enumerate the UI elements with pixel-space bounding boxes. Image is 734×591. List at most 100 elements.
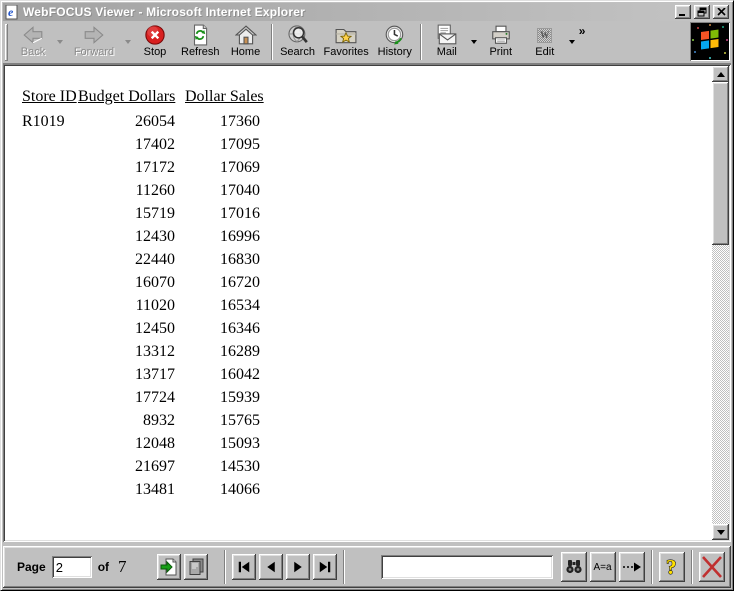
history-button[interactable]: History	[373, 22, 417, 62]
scroll-up-button[interactable]	[712, 66, 729, 82]
table-cell: 17095	[220, 135, 260, 153]
forward-label: Forward	[73, 46, 115, 58]
viewer-control-bar: Page of 7	[3, 546, 731, 588]
column-header-dollar-sales: Dollar Sales	[185, 88, 264, 105]
forward-dropdown[interactable]	[123, 31, 133, 53]
scroll-down-button[interactable]	[712, 524, 729, 540]
toolbar-grip[interactable]	[5, 24, 8, 61]
forward-arrow-icon	[83, 24, 105, 46]
table-cell: 17402	[135, 135, 175, 153]
next-page-icon	[293, 561, 302, 573]
favorites-button[interactable]: Favorites	[320, 22, 373, 62]
table-cell: 17040	[220, 181, 260, 199]
go-to-page-icon	[160, 558, 177, 576]
close-window-button[interactable]	[713, 5, 729, 19]
table-cell	[22, 133, 78, 156]
page-label: Page	[17, 560, 46, 574]
go-to-page-button[interactable]	[156, 554, 181, 580]
home-button[interactable]: Home	[224, 22, 268, 62]
first-page-icon	[238, 561, 249, 573]
toolbar-overflow-chevron[interactable]: »	[579, 24, 586, 38]
toolbar-separator	[419, 24, 422, 60]
table-cell: R1019	[22, 112, 65, 130]
mail-dropdown[interactable]	[469, 31, 479, 53]
edit-icon: W	[537, 24, 553, 46]
back-arrow-icon	[22, 24, 44, 46]
forward-button[interactable]: Forward	[65, 22, 123, 62]
browser-toolbar: Back Forward Stop Refresh Home Search Fa…	[3, 21, 731, 64]
table-cell	[22, 294, 78, 317]
search-label: Search	[280, 46, 315, 58]
history-clock-icon	[384, 24, 406, 46]
restore-button[interactable]	[694, 5, 710, 19]
table-cell	[22, 478, 78, 501]
table-cell: 12450	[135, 319, 175, 337]
table-cell: 11020	[135, 296, 175, 314]
back-dropdown[interactable]	[55, 31, 65, 53]
edit-dropdown[interactable]	[567, 31, 577, 53]
separator	[651, 550, 653, 584]
refresh-button[interactable]: Refresh	[177, 22, 224, 62]
close-viewer-button[interactable]	[699, 552, 725, 582]
back-button[interactable]: Back	[11, 22, 55, 62]
mail-label: Mail	[436, 46, 457, 58]
find-next-button[interactable]	[618, 552, 645, 582]
find-text-input[interactable]	[380, 555, 553, 579]
svg-text:e: e	[8, 5, 14, 19]
scrollbar-track[interactable]	[712, 82, 729, 524]
table-cell: 15765	[220, 411, 260, 429]
search-button[interactable]: Search	[276, 22, 320, 62]
table-row: 21697 14530	[22, 455, 264, 478]
scrollbar-thumb[interactable]	[712, 82, 729, 245]
table-cell: 13717	[135, 365, 175, 383]
stop-icon	[144, 24, 166, 46]
previous-page-button[interactable]	[258, 554, 283, 580]
table-cell	[22, 248, 78, 271]
print-button[interactable]: Print	[479, 22, 523, 62]
stop-button[interactable]: Stop	[133, 22, 177, 62]
minimize-button[interactable]	[675, 5, 691, 19]
last-page-button[interactable]	[312, 554, 337, 580]
table-cell: 16346	[220, 319, 260, 337]
svg-text:?: ?	[666, 555, 677, 579]
print-label: Print	[489, 46, 513, 58]
next-page-button[interactable]	[285, 554, 310, 580]
window-title: WebFOCUS Viewer - Microsoft Internet Exp…	[23, 5, 305, 19]
edit-button[interactable]: W Edit	[523, 22, 567, 62]
help-button[interactable]: ?	[659, 552, 685, 582]
ie-document-icon: e	[5, 4, 20, 20]
table-body: R1019 26054 17360 17402 17095 17172 17069 11260…	[22, 110, 264, 501]
last-page-icon	[319, 561, 330, 573]
all-pages-button[interactable]	[183, 554, 208, 580]
table-cell: 16070	[135, 273, 175, 291]
help-question-icon: ?	[666, 555, 678, 579]
page-number-input[interactable]	[51, 556, 92, 578]
table-cell	[22, 317, 78, 340]
table-header-row: Store ID Budget Dollars Dollar Sales	[22, 88, 264, 110]
chevron-down-icon	[57, 40, 63, 44]
table-row: 12048 15093	[22, 432, 264, 455]
table-cell	[22, 202, 78, 225]
first-page-button[interactable]	[231, 554, 256, 580]
table-cell	[22, 432, 78, 455]
find-button[interactable]	[560, 552, 587, 582]
table-cell	[22, 340, 78, 363]
table-row: 12430 16996	[22, 225, 264, 248]
separator	[223, 550, 226, 584]
mail-icon	[436, 24, 458, 46]
table-cell: 16289	[220, 342, 260, 360]
table-cell: 22440	[135, 250, 175, 268]
table-row: 11260 17040	[22, 179, 264, 202]
browser-content-area: Store ID Budget Dollars Dollar Sales R10…	[3, 64, 731, 542]
windows-logo-throbber	[690, 22, 730, 61]
match-case-button[interactable]: A=a	[589, 552, 616, 582]
table-cell: 12048	[135, 434, 175, 452]
stacked-pages-icon	[189, 558, 204, 575]
table-cell	[22, 271, 78, 294]
table-cell: 17360	[220, 112, 260, 130]
vertical-scrollbar[interactable]	[712, 66, 729, 540]
report-table: Store ID Budget Dollars Dollar Sales R10…	[22, 88, 264, 501]
table-row: 16070 16720	[22, 271, 264, 294]
binoculars-icon	[565, 560, 582, 574]
mail-button[interactable]: Mail	[425, 22, 469, 62]
